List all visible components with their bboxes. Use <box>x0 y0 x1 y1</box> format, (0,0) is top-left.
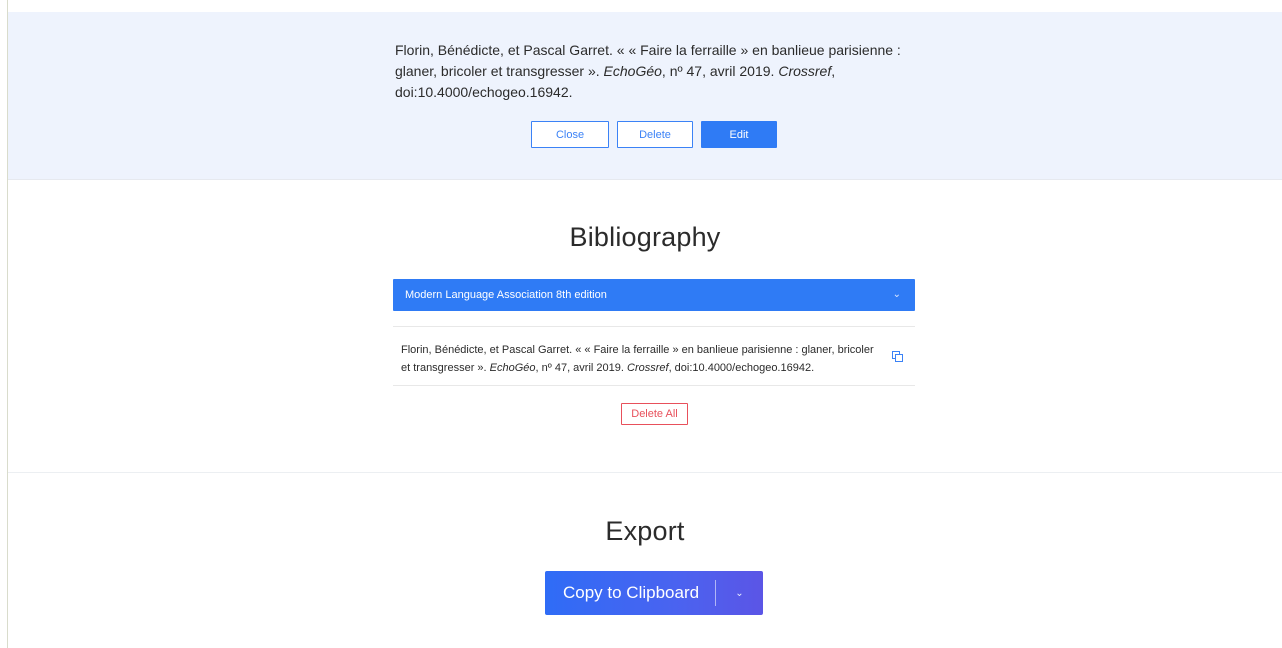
citation-preview-panel: Florin, Bénédicte, et Pascal Garret. « «… <box>8 12 1282 180</box>
citation-style-value: Modern Language Association 8th edition <box>405 289 607 301</box>
chevron-down-icon[interactable]: ⌄ <box>716 588 763 599</box>
chevron-down-icon: ⌄ <box>892 289 901 300</box>
citation-style-select[interactable]: Modern Language Association 8th edition … <box>393 279 915 311</box>
bibliography-entry[interactable]: Florin, Bénédicte, et Pascal Garret. « «… <box>401 341 881 377</box>
copy-to-clipboard-label: Copy to Clipboard <box>563 583 700 602</box>
close-button[interactable]: Close <box>531 121 609 148</box>
preview-actions: Close Delete Edit <box>531 121 777 148</box>
copy-to-clipboard-button[interactable]: Copy to Clipboard ⌄ <box>545 571 763 615</box>
delete-all-button[interactable]: Delete All <box>621 403 688 425</box>
journal-title: EchoGéo <box>603 63 662 79</box>
citation-preview-text: Florin, Bénédicte, et Pascal Garret. « «… <box>395 42 901 100</box>
copy-icon[interactable] <box>892 351 903 362</box>
bibliography-entry-list: Florin, Bénédicte, et Pascal Garret. « «… <box>393 326 915 386</box>
bibliography-title: Bibliography <box>569 222 721 252</box>
source-name: Crossref <box>778 63 832 79</box>
delete-button[interactable]: Delete <box>617 121 693 148</box>
section-divider <box>8 472 1282 473</box>
edit-button[interactable]: Edit <box>701 121 777 148</box>
export-title: Export <box>605 516 685 546</box>
